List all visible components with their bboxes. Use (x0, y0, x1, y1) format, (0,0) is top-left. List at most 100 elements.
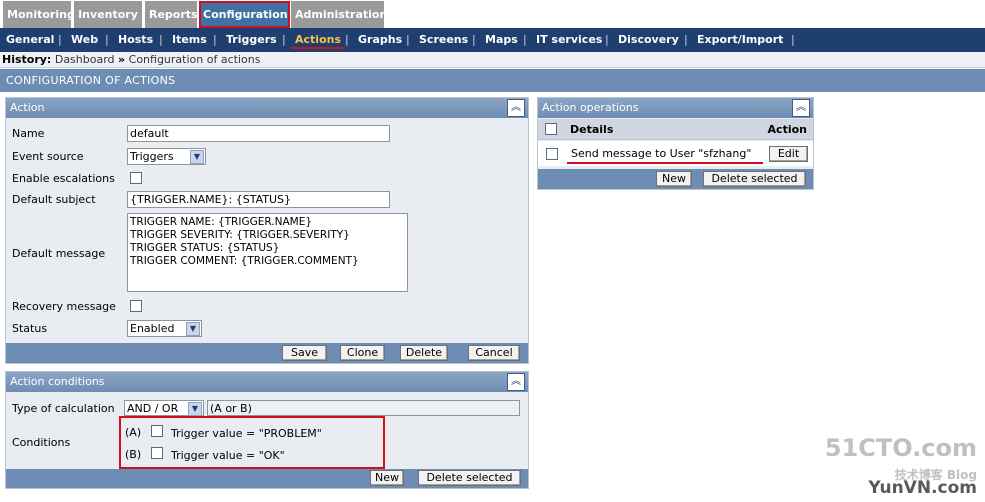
action-panel-title: Action (10, 101, 45, 114)
default-subject-label: Default subject (12, 193, 96, 206)
nav-separator: | (58, 33, 62, 46)
history-breadcrumb: History: Dashboard » Configuration of ac… (0, 52, 985, 68)
highlight-underline (567, 162, 763, 164)
condition-b-letter: (B) (125, 448, 142, 461)
default-message-label: Default message (12, 247, 106, 260)
nav-separator: | (406, 33, 410, 46)
recovery-message-label: Recovery message (12, 300, 116, 313)
save-button[interactable]: Save (282, 345, 327, 361)
chevron-down-icon: ▼ (190, 150, 204, 164)
tab-monitoring[interactable]: Monitoring (3, 1, 75, 28)
chevron-down-icon: ▼ (188, 402, 202, 416)
watermark-51cto: 51CTO.com (824, 434, 977, 462)
conditions-button-bar: New Delete selected (6, 469, 528, 488)
tab-configuration[interactable]: Configuration (199, 1, 290, 28)
nav-web[interactable]: Web (71, 28, 98, 52)
nav-discovery[interactable]: Discovery (618, 28, 679, 52)
nav-it-services[interactable]: IT services (536, 28, 602, 52)
nav-separator: | (159, 33, 163, 46)
nav-separator: | (105, 33, 109, 46)
tab-inventory[interactable]: Inventory (74, 1, 142, 28)
sub-nav: General | Web | Hosts | Items | Triggers | Ac… (0, 28, 985, 52)
nav-separator: | (472, 33, 476, 46)
select-all-checkbox[interactable] (545, 123, 557, 135)
nav-separator: | (213, 33, 217, 46)
table-row: Send message to User "sfzhang" Edit (538, 141, 813, 166)
collapse-icon[interactable]: ︽ (507, 373, 525, 391)
nav-graphs[interactable]: Graphs (358, 28, 402, 52)
event-source-value: Triggers (130, 150, 174, 163)
nav-actions[interactable]: Actions (291, 28, 345, 52)
event-source-select[interactable]: Triggers ▼ (127, 148, 206, 165)
condition-a-letter: (A) (125, 426, 142, 439)
operations-button-bar: New Delete selected (538, 169, 813, 189)
action-button-bar: Save Clone Delete Cancel (6, 343, 528, 363)
default-message-textarea[interactable]: TRIGGER NAME: {TRIGGER.NAME} TRIGGER SEV… (127, 213, 408, 292)
nav-maps[interactable]: Maps (485, 28, 518, 52)
history-separator: » (118, 53, 126, 66)
operation-row-checkbox[interactable] (546, 148, 558, 160)
nav-screens[interactable]: Screens (419, 28, 468, 52)
condition-a-checkbox[interactable] (151, 425, 163, 437)
nav-triggers[interactable]: Triggers (226, 28, 277, 52)
nav-separator: | (684, 33, 688, 46)
default-subject-input[interactable]: {TRIGGER.NAME}: {STATUS} (127, 191, 390, 208)
action-operations-title: Action operations (542, 101, 639, 114)
event-source-label: Event source (12, 150, 84, 163)
action-panel-header: Action ︽ (6, 98, 528, 118)
chevron-down-icon: ▼ (186, 322, 200, 336)
operation-details-text: Send message to User "sfzhang" (571, 147, 752, 160)
condition-b-text: Trigger value = "OK" (171, 449, 285, 462)
history-item-configuration-of-actions[interactable]: Configuration of actions (129, 53, 261, 66)
delete-selected-operations-button[interactable]: Delete selected (703, 171, 806, 187)
condition-b-checkbox[interactable] (151, 447, 163, 459)
name-label: Name (12, 127, 45, 140)
nav-separator: | (345, 33, 349, 46)
status-select[interactable]: Enabled ▼ (127, 320, 202, 337)
calculation-select[interactable]: AND / OR ▼ (124, 400, 204, 416)
type-of-calculation-label: Type of calculation (12, 402, 115, 415)
collapse-icon[interactable]: ︽ (792, 99, 810, 117)
tab-administration[interactable]: Administration (291, 1, 387, 28)
collapse-icon[interactable]: ︽ (507, 99, 525, 117)
page-title: CONFIGURATION OF ACTIONS (0, 69, 985, 92)
nav-hosts[interactable]: Hosts (118, 28, 153, 52)
watermark-yunvn: YunVN.com (868, 478, 977, 498)
top-tabs: Monitoring Inventory Reports Configurati… (0, 0, 985, 28)
calculation-value: AND / OR (127, 402, 179, 415)
new-condition-button[interactable]: New (370, 470, 404, 486)
nav-general[interactable]: General (6, 28, 54, 52)
status-value: Enabled (130, 322, 175, 335)
nav-separator: | (523, 33, 527, 46)
name-input[interactable]: default (127, 125, 390, 142)
nav-separator: | (791, 33, 795, 46)
recovery-message-checkbox[interactable] (130, 300, 142, 312)
action-conditions-header: Action conditions ︽ (6, 372, 528, 392)
conditions-label: Conditions (12, 436, 71, 449)
nav-separator: | (605, 33, 609, 46)
action-conditions-title: Action conditions (10, 375, 105, 388)
tab-reports[interactable]: Reports (145, 1, 198, 28)
action-panel: Action ︽ Name default Event source Trigg… (5, 97, 529, 364)
operations-table-header: Details Action (538, 119, 813, 140)
action-column-header: Action (767, 123, 807, 136)
cancel-button[interactable]: Cancel (468, 345, 520, 361)
enable-escalations-label: Enable escalations (12, 172, 115, 185)
calculation-expression: (A or B) (207, 400, 520, 416)
delete-selected-conditions-button[interactable]: Delete selected (418, 470, 521, 486)
nav-items[interactable]: Items (172, 28, 207, 52)
edit-operation-button[interactable]: Edit (769, 146, 808, 162)
action-conditions-panel: Action conditions ︽ Type of calculation … (5, 371, 529, 489)
details-column-header: Details (570, 123, 614, 136)
new-operation-button[interactable]: New (656, 171, 692, 187)
history-label: History: (2, 53, 52, 66)
clone-button[interactable]: Clone (340, 345, 385, 361)
enable-escalations-checkbox[interactable] (130, 172, 142, 184)
status-label: Status (12, 322, 48, 335)
delete-button[interactable]: Delete (400, 345, 448, 361)
action-operations-panel: Action operations ︽ Details Action Send … (537, 97, 814, 190)
condition-a-text: Trigger value = "PROBLEM" (171, 427, 322, 440)
history-item-dashboard[interactable]: Dashboard (55, 53, 115, 66)
nav-separator: | (282, 33, 286, 46)
nav-export-import[interactable]: Export/Import (697, 28, 783, 52)
